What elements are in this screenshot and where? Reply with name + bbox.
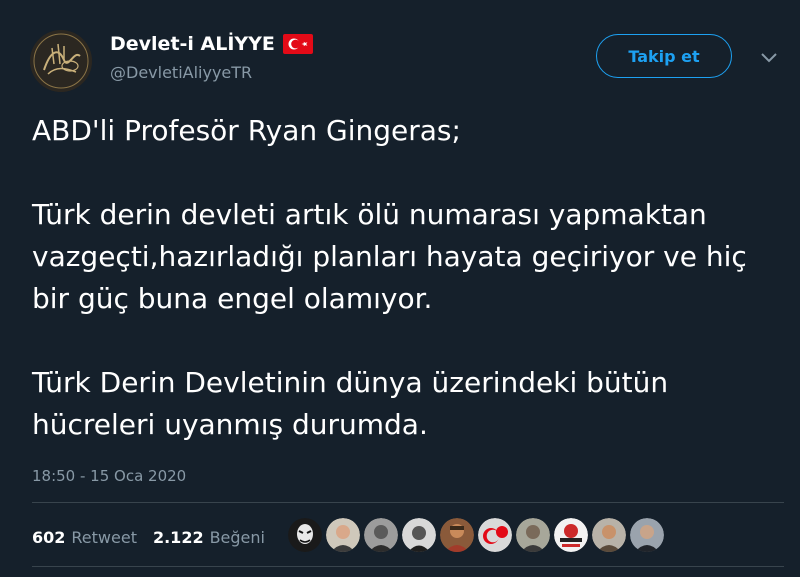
retweet-label[interactable]: Retweet (71, 528, 137, 547)
liker-avatar[interactable] (440, 518, 474, 552)
liker-avatar[interactable] (516, 518, 550, 552)
author-avatar[interactable] (30, 30, 92, 92)
retweet-count[interactable]: 602 (32, 528, 65, 547)
tweet-text: ABD'li Profesör Ryan Gingeras; Türk deri… (32, 110, 782, 446)
divider (32, 566, 784, 567)
liker-avatar[interactable] (364, 518, 398, 552)
author-name-row: Devlet-i ALİYYE (110, 33, 313, 55)
like-count[interactable]: 2.122 (153, 528, 204, 547)
liker-avatar[interactable] (402, 518, 436, 552)
engagement-stats: 602 Retweet 2.122 Beğeni (32, 525, 281, 549)
like-label[interactable]: Beğeni (210, 528, 265, 547)
liker-avatar[interactable] (288, 518, 322, 552)
follow-button[interactable]: Takip et (596, 34, 732, 78)
tweet-timestamp[interactable]: 18:50 - 15 Oca 2020 (32, 467, 186, 485)
liker-avatar[interactable] (478, 518, 512, 552)
tweet-paragraph: ABD'li Profesör Ryan Gingeras; (32, 114, 461, 147)
tweet-paragraph: Türk derin devleti artık ölü numarası ya… (32, 198, 747, 315)
author-display-name[interactable]: Devlet-i ALİYYE (110, 33, 275, 55)
liker-avatars (288, 518, 664, 552)
divider (32, 502, 784, 503)
chevron-down-icon[interactable] (760, 52, 778, 64)
liker-avatar[interactable] (630, 518, 664, 552)
liker-avatar[interactable] (326, 518, 360, 552)
author-handle[interactable]: @DevletiAliyyeTR (110, 63, 252, 82)
turkey-flag-icon (282, 34, 313, 54)
tweet-paragraph: Türk Derin Devletinin dünya üzerindeki b… (32, 366, 669, 441)
liker-avatar[interactable] (554, 518, 588, 552)
liker-avatar[interactable] (592, 518, 626, 552)
